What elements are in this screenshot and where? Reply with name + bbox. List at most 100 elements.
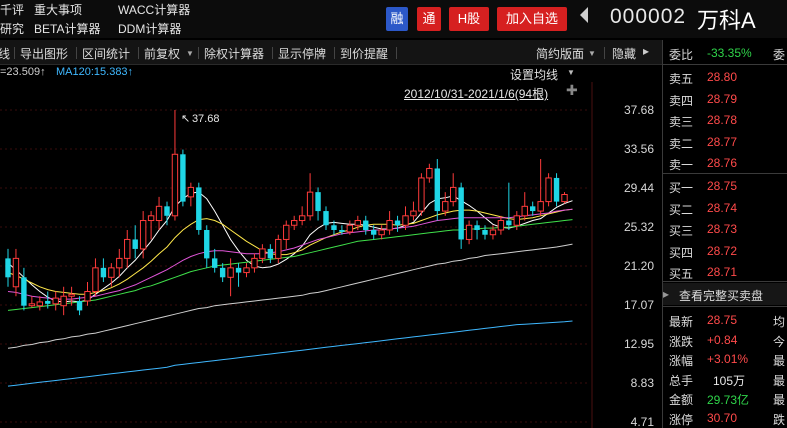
nav-item-beta-calculator[interactable]: BETA计算器: [34, 20, 100, 37]
ask-row[interactable]: 卖四 28.79: [669, 89, 787, 109]
nav-item-research[interactable]: 研究: [0, 20, 24, 37]
candle-body: [196, 187, 202, 230]
candle-body: [315, 192, 321, 212]
candle-body: [212, 258, 218, 268]
bid-price: 28.73: [707, 222, 738, 236]
expand-icon[interactable]: ▸: [663, 287, 669, 301]
candle: [212, 248, 218, 273]
toolbar-item-forward-adjust[interactable]: 前复权: [144, 45, 180, 62]
candle-body: [68, 293, 75, 297]
back-arrow-icon[interactable]: [580, 7, 588, 23]
candle: [298, 206, 306, 226]
ask-row[interactable]: 卖二 28.77: [669, 132, 787, 152]
bid-row[interactable]: 买五 28.71: [669, 262, 787, 282]
stat-extra-label: 最: [773, 393, 786, 408]
stat-value: 28.75: [707, 313, 738, 327]
candle: [21, 267, 27, 311]
ask-price: 28.76: [707, 156, 738, 170]
candle: [12, 248, 20, 297]
candle: [76, 296, 83, 316]
y-tick-label: 4.71: [631, 415, 655, 428]
add-to-watchlist-button[interactable]: 加入自选: [497, 7, 567, 31]
candle: [394, 215, 401, 232]
hide-panel-arrow-icon[interactable]: ▸: [643, 44, 649, 58]
stat-row: 涨停 30.70 跌: [669, 408, 787, 428]
y-tick-label: 37.68: [624, 103, 654, 117]
candle-body: [219, 267, 226, 278]
bid-row[interactable]: 买一 28.75: [669, 176, 787, 196]
bid-level-label: 买四: [669, 245, 694, 260]
ma-settings-dropdown-icon[interactable]: ▼: [567, 68, 575, 77]
candle: [196, 182, 202, 235]
candle-body: [306, 191, 314, 217]
candle-body: [36, 301, 43, 307]
h-share-tag[interactable]: H股: [449, 7, 489, 31]
full-order-book-button[interactable]: 查看完整买卖盘: [679, 287, 763, 304]
candle-body: [506, 220, 512, 226]
nav-item-major-events[interactable]: 重大事项: [34, 1, 82, 18]
ask-row[interactable]: 卖一 28.76: [669, 153, 787, 173]
candle: [497, 215, 505, 235]
candle: [521, 192, 528, 221]
candle-body: [489, 229, 497, 236]
candle: [116, 248, 123, 278]
candle-body: [410, 210, 417, 217]
ma-settings-button[interactable]: 设置均线: [510, 66, 558, 83]
candle-body: [139, 220, 147, 250]
stat-value: 105万: [713, 373, 746, 388]
toolbar-item-hide[interactable]: 隐藏: [612, 45, 636, 62]
candle: [139, 211, 147, 259]
candle: [36, 296, 43, 311]
candle: [418, 173, 425, 216]
stat-extra-label: 均: [773, 315, 786, 329]
nav-item-wacc-calculator[interactable]: WACC计算器: [118, 1, 190, 18]
candle-body: [283, 224, 290, 240]
full-order-book-row[interactable]: 查看完整买卖盘 ▸: [663, 283, 787, 305]
candle: [60, 286, 67, 316]
stat-value: +0.84: [707, 332, 738, 347]
candle: [283, 220, 290, 249]
bid-row[interactable]: 买三 28.73: [669, 219, 787, 239]
toolbar-item-show-suspension[interactable]: 显示停牌: [278, 45, 326, 62]
bid-row[interactable]: 买二 28.74: [669, 198, 787, 218]
stat-extra-label: 最: [773, 354, 786, 369]
nav-item-review[interactable]: 千评: [0, 1, 24, 18]
toolbar-item-export[interactable]: 导出图形: [20, 45, 68, 62]
toolbar-item-price-alert[interactable]: 到价提醒: [340, 45, 388, 62]
toolbar-item-ex-right-calculator[interactable]: 除权计算器: [204, 45, 264, 62]
candlestick-chart[interactable]: 37.68 33.56 29.44 25.32 21.20 17.07 12.95 8.83 4…: [0, 82, 662, 428]
candle-body: [450, 186, 457, 203]
stat-label: 金额: [669, 393, 694, 408]
candle: [187, 182, 195, 207]
candle: [171, 110, 179, 221]
layout-dropdown-icon[interactable]: ▼: [588, 49, 596, 58]
candle: [458, 182, 464, 249]
ask-level-label: 卖一: [669, 158, 694, 172]
forward-adjust-dropdown-icon[interactable]: ▼: [186, 49, 194, 58]
candle-body: [371, 229, 377, 235]
candle-body: [116, 257, 123, 269]
candle: [132, 225, 138, 259]
toolbar-item-range-stats[interactable]: 区间统计: [82, 45, 130, 62]
candle-body: [187, 186, 195, 198]
margin-trading-tag[interactable]: 融: [386, 7, 408, 31]
ask-row[interactable]: 卖三 28.78: [669, 110, 787, 130]
ask-row[interactable]: 卖五 28.80: [669, 67, 787, 87]
bid-price: 28.71: [707, 265, 738, 279]
stat-extra-label: 跌: [773, 413, 786, 427]
stat-label: 总手: [669, 373, 694, 388]
candle-body: [339, 229, 345, 232]
candle: [363, 215, 369, 235]
candle-body: [474, 225, 480, 230]
candle-body: [267, 248, 274, 259]
connect-tag[interactable]: 通: [417, 7, 441, 31]
candle-body: [180, 154, 186, 202]
y-axis: 37.68 33.56 29.44 25.32 21.20 17.07 12.95 8.83 4…: [624, 103, 654, 428]
candle: [434, 159, 440, 221]
nav-item-ddm-calculator[interactable]: DDM计算器: [118, 20, 181, 37]
toolbar-item-simple-layout[interactable]: 简约版面: [536, 45, 584, 62]
candle-body: [235, 267, 242, 273]
bid-row[interactable]: 买四 28.72: [669, 241, 787, 261]
toolbar-item-line[interactable]: 线: [0, 45, 10, 62]
high-arrow-icon: ↖: [181, 113, 190, 125]
